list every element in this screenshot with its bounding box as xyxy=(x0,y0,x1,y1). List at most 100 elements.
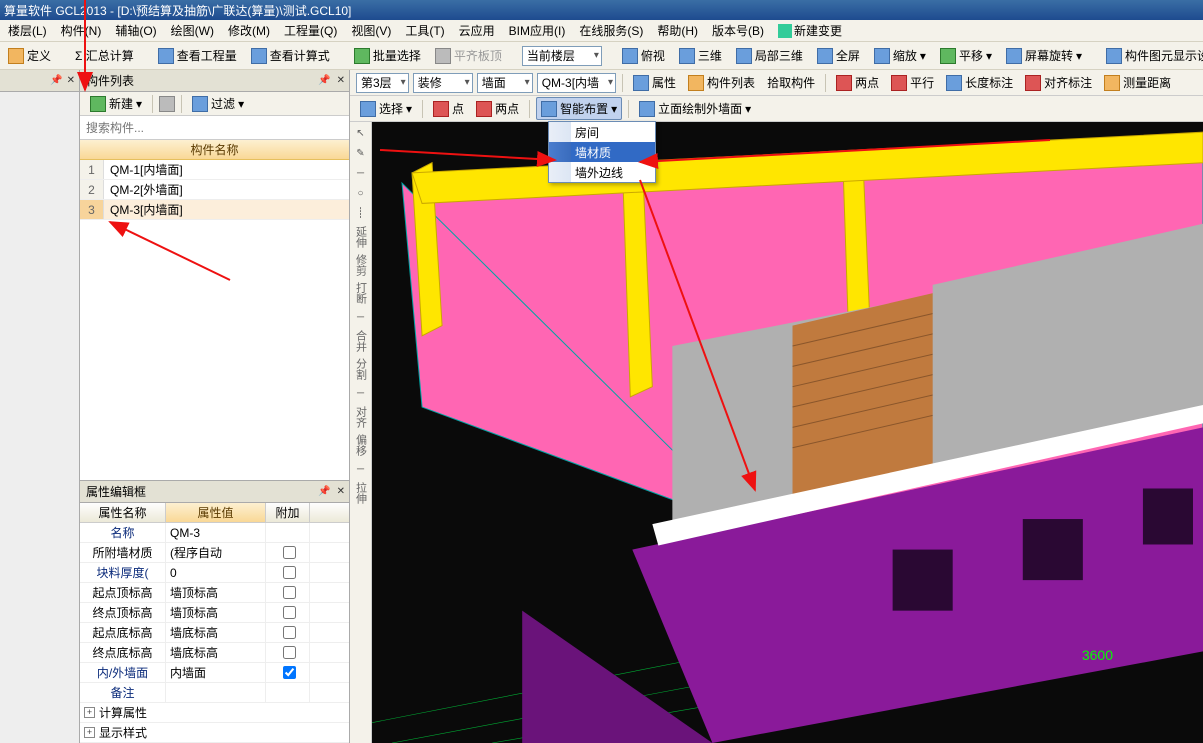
tool-extend[interactable]: 延伸 xyxy=(353,224,369,250)
prop-row-endtop[interactable]: 终点顶标高墙顶标高 xyxy=(80,603,349,623)
addon-checkbox[interactable] xyxy=(283,646,296,659)
measure-icon xyxy=(1104,75,1120,91)
copy-icon[interactable] xyxy=(159,96,175,112)
local-3d-button[interactable]: 局部三维 xyxy=(732,45,807,66)
select-tool-button[interactable]: 选择▾ xyxy=(356,98,416,119)
tool-offset[interactable]: 偏移 xyxy=(353,432,369,458)
table-row[interactable]: 2 QM-2[外墙面] xyxy=(80,180,349,200)
tool-align[interactable]: 对齐 xyxy=(353,404,369,430)
addon-checkbox[interactable] xyxy=(283,666,296,679)
twopts-icon xyxy=(836,75,852,91)
zoom-button[interactable]: 缩放▾ xyxy=(870,45,930,66)
dropdown-item-wall-outer[interactable]: 墙外边线 xyxy=(549,162,655,182)
pin-icon[interactable]: 📌 xyxy=(50,75,62,86)
addon-checkbox[interactable] xyxy=(283,586,296,599)
menu-online[interactable]: 在线服务(S) xyxy=(573,20,649,41)
expand-icon[interactable]: + xyxy=(84,727,95,738)
tool-stretch[interactable]: 拉伸 xyxy=(353,480,369,506)
pan-icon xyxy=(940,48,956,64)
pin-icon[interactable]: 📌 xyxy=(318,75,330,86)
fullscreen-button[interactable]: 全屏 xyxy=(813,45,864,66)
tool-pencil-icon[interactable]: ✎ xyxy=(352,144,370,162)
tool-merge[interactable]: 合并 xyxy=(353,328,369,354)
toolbar-main: 定义 Σ 汇总计算 查看工程量 查看计算式 批量选择 平齐板顶 当前楼层 俯视 … xyxy=(0,42,1203,70)
component-select[interactable]: QM-3[内墙 xyxy=(537,73,616,93)
menu-draw[interactable]: 绘图(W) xyxy=(165,20,220,41)
component-list-button[interactable]: 构件列表 xyxy=(684,72,759,93)
menu-modify[interactable]: 修改(M) xyxy=(222,20,276,41)
menu-cloud[interactable]: 云应用 xyxy=(453,20,501,41)
element-view-settings-button[interactable]: 构件图元显示设置 xyxy=(1102,45,1203,66)
tool-dash-icon[interactable]: ┊ xyxy=(352,204,370,222)
prop-row-inout[interactable]: 内/外墙面内墙面 xyxy=(80,663,349,683)
define-button[interactable]: 定义 xyxy=(4,45,55,66)
menu-auxaxis[interactable]: 辅轴(O) xyxy=(109,20,162,41)
align-dim-button[interactable]: 对齐标注 xyxy=(1021,72,1096,93)
addon-checkbox[interactable] xyxy=(283,566,296,579)
eye-icon xyxy=(1106,48,1122,64)
addon-checkbox[interactable] xyxy=(283,606,296,619)
current-floor-select[interactable]: 当前楼层 xyxy=(522,46,602,66)
menu-bim[interactable]: BIM应用(I) xyxy=(503,20,572,41)
addon-checkbox[interactable] xyxy=(283,626,296,639)
pan-button[interactable]: 平移▾ xyxy=(936,45,996,66)
addon-checkbox[interactable] xyxy=(283,546,296,559)
tool-split[interactable]: 分割 xyxy=(353,356,369,382)
screen-rotate-button[interactable]: 屏幕旋转▾ xyxy=(1002,45,1086,66)
dropdown-item-wall-material[interactable]: 墙材质 xyxy=(549,142,655,162)
new-component-button[interactable]: 新建▾ xyxy=(86,93,146,114)
table-row[interactable]: 1 QM-1[内墙面] xyxy=(80,160,349,180)
expand-icon[interactable]: + xyxy=(84,707,95,718)
prop-row-wallmat[interactable]: 所附墙材质(程序自动 xyxy=(80,543,349,563)
properties-button[interactable]: 属性 xyxy=(629,72,680,93)
menu-view[interactable]: 视图(V) xyxy=(345,20,397,41)
search-input[interactable] xyxy=(86,121,343,135)
view-qty-button[interactable]: 查看工程量 xyxy=(154,45,241,66)
menu-tools[interactable]: 工具(T) xyxy=(399,20,450,41)
parallel-button[interactable]: 平行 xyxy=(887,72,938,93)
smart-layout-button[interactable]: 智能布置▾ xyxy=(536,97,622,120)
prop-row-startbot[interactable]: 起点底标高墙底标高 xyxy=(80,623,349,643)
measure-dist-button[interactable]: 测量距离 xyxy=(1100,72,1175,93)
two-points-button[interactable]: 两点 xyxy=(832,72,883,93)
define-icon xyxy=(8,48,24,64)
view-expr-button[interactable]: 查看计算式 xyxy=(247,45,334,66)
prop-row-remark[interactable]: 备注 xyxy=(80,683,349,703)
menu-component[interactable]: 构件(N) xyxy=(55,20,108,41)
tool-trim[interactable]: 修剪 xyxy=(353,252,369,278)
type-select[interactable]: 墙面 xyxy=(477,73,533,93)
prop-row-endbot[interactable]: 终点底标高墙底标高 xyxy=(80,643,349,663)
menu-floor[interactable]: 楼层(L) xyxy=(2,20,53,41)
point-button[interactable]: 点 xyxy=(429,98,468,119)
sum-calc-button[interactable]: Σ 汇总计算 xyxy=(71,45,138,66)
pin-icon[interactable]: 📌 xyxy=(318,486,330,497)
batch-select-button[interactable]: 批量选择 xyxy=(350,45,425,66)
menu-qty[interactable]: 工程量(Q) xyxy=(278,20,343,41)
prop-row-starttop[interactable]: 起点顶标高墙顶标高 xyxy=(80,583,349,603)
tree-calc-props[interactable]: +计算属性 xyxy=(80,703,349,723)
prop-row-name[interactable]: 名称QM-3 xyxy=(80,523,349,543)
menu-version[interactable]: 版本号(B) xyxy=(706,20,770,41)
new-change-button[interactable]: 新建变更 xyxy=(778,22,842,39)
face-edit-button[interactable]: 立面绘制外墙面▾ xyxy=(635,98,755,119)
three-d-button[interactable]: 三维 xyxy=(675,45,726,66)
pick-component-button[interactable]: 拾取构件 xyxy=(763,72,819,93)
two-point-button[interactable]: 两点 xyxy=(472,98,523,119)
tool-break[interactable]: 打断 xyxy=(353,280,369,306)
prop-row-thickness[interactable]: 块料厚度(0 xyxy=(80,563,349,583)
table-row-selected[interactable]: 3 QM-3[内墙面] xyxy=(80,200,349,220)
tool-circle-icon[interactable]: ○ xyxy=(352,184,370,202)
length-dim-button[interactable]: 长度标注 xyxy=(942,72,1017,93)
tool-arrow-icon[interactable]: ↖ xyxy=(352,124,370,142)
tree-display-style[interactable]: +显示样式 xyxy=(80,723,349,743)
close-icon[interactable]: ✕ xyxy=(67,75,75,86)
close-icon[interactable]: ✕ xyxy=(337,486,345,497)
top-view-button[interactable]: 俯视 xyxy=(618,45,669,66)
close-icon[interactable]: ✕ xyxy=(337,75,345,86)
filter-button[interactable]: 过滤▾ xyxy=(188,93,248,114)
floor-select[interactable]: 第3层 xyxy=(356,73,409,93)
dropdown-item-room[interactable]: 房间 xyxy=(549,122,655,142)
menu-help[interactable]: 帮助(H) xyxy=(651,20,704,41)
model-viewport[interactable]: 3600 xyxy=(372,122,1203,743)
category-select[interactable]: 装修 xyxy=(413,73,473,93)
